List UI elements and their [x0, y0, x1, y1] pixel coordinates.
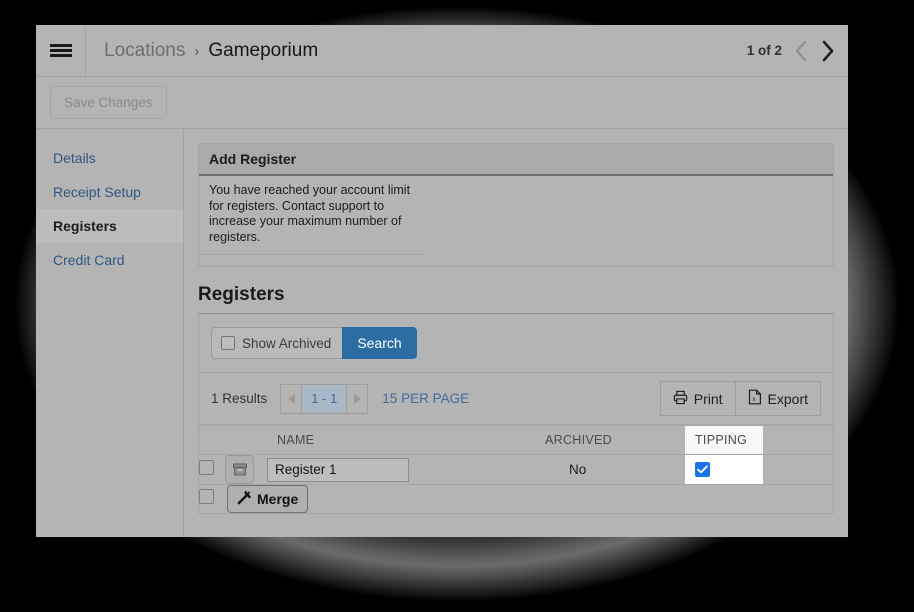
content: Add Register You have reached your accou…	[184, 129, 848, 537]
table-row: No	[198, 454, 834, 485]
show-archived-toggle[interactable]: Show Archived	[211, 327, 343, 359]
export-actions: Print x Export	[659, 381, 821, 416]
add-register-message: You have reached your account limit for …	[199, 176, 424, 255]
print-button[interactable]: Print	[659, 381, 736, 416]
show-archived-checkbox[interactable]	[221, 336, 235, 350]
archive-box-icon[interactable]	[225, 455, 254, 484]
excel-file-icon: x	[748, 389, 762, 408]
merge-label: Merge	[257, 491, 299, 507]
show-archived-label: Show Archived	[242, 335, 332, 351]
search-input-group: Show Archived Search	[211, 327, 821, 359]
merge-select-cell	[198, 484, 225, 514]
col-spacer	[763, 425, 834, 455]
titlebar: Locations › Gameporium 1 of 2	[36, 25, 848, 77]
breadcrumb-parent[interactable]: Locations	[104, 40, 185, 62]
breadcrumb: Locations › Gameporium	[86, 40, 318, 62]
chevron-right-icon: ›	[194, 42, 200, 60]
results-count: 1 Results	[211, 391, 268, 406]
pager-label: 1 of 2	[746, 43, 782, 58]
add-register-panel-footer	[199, 255, 833, 266]
col-name: NAME	[267, 425, 535, 455]
save-changes-button[interactable]: Save Changes	[50, 86, 167, 119]
row-archived-cell: No	[535, 454, 685, 485]
registers-table: NAME ARCHIVED TIPPING Register 1 No Merg…	[198, 425, 834, 514]
col-name-label: NAME	[277, 433, 315, 447]
merge-button[interactable]: Merge	[227, 485, 309, 513]
magic-wand-icon	[237, 490, 252, 508]
merge-action-cell: Merge	[225, 484, 834, 514]
col-archived-label: ARCHIVED	[545, 433, 612, 447]
results-toolbar: 1 Results 1 - 1 15 PER PAGE Print x Expo…	[198, 373, 834, 425]
page-title: Gameporium	[208, 39, 319, 61]
printer-icon	[673, 390, 688, 408]
row-action-cell	[225, 454, 267, 485]
print-label: Print	[693, 390, 723, 407]
triangle-right-icon	[353, 393, 361, 404]
sidebar: Details Receipt Setup Registers Credit C…	[36, 129, 184, 537]
registers-section-title: Registers	[198, 284, 285, 305]
col-archived: ARCHIVED	[535, 425, 685, 455]
body: Details Receipt Setup Registers Credit C…	[36, 129, 848, 537]
add-register-title: Add Register	[199, 144, 833, 176]
row-archived-value: No	[569, 461, 587, 477]
row-select-checkbox[interactable]	[199, 459, 214, 475]
per-page-selector[interactable]: 15 PER PAGE	[382, 391, 469, 406]
add-register-panel: Add Register You have reached your accou…	[198, 143, 834, 267]
col-tipping: TIPPING	[685, 425, 763, 455]
row-tipping-cell	[685, 454, 763, 485]
pagination: 1 - 1	[280, 383, 369, 414]
screen: Locations › Gameporium 1 of 2 Save Chang…	[0, 0, 914, 612]
app-window: Locations › Gameporium 1 of 2 Save Chang…	[36, 25, 848, 537]
record-pager: 1 of 2	[747, 25, 834, 76]
sidebar-item-receipt-setup[interactable]: Receipt Setup	[36, 175, 183, 209]
table-footer-row: Merge	[198, 484, 834, 514]
pagination-next[interactable]	[346, 383, 369, 414]
sidebar-item-registers[interactable]: Registers	[36, 209, 183, 243]
table-body: No	[198, 454, 834, 514]
search-button[interactable]: Search	[342, 327, 417, 359]
col-select	[198, 425, 225, 455]
row-select-cell	[198, 454, 225, 485]
pagination-page-1[interactable]: 1 - 1	[301, 383, 348, 414]
chevron-right-icon[interactable]	[821, 40, 834, 62]
tipping-checkbox[interactable]	[695, 461, 710, 477]
svg-text:x: x	[752, 396, 756, 403]
pagination-prev[interactable]	[280, 383, 303, 414]
table-head: NAME ARCHIVED TIPPING	[198, 425, 834, 455]
chevron-left-icon[interactable]	[795, 40, 808, 62]
col-tipping-label: TIPPING	[695, 433, 748, 447]
hamburger-icon[interactable]	[36, 25, 86, 76]
sidebar-item-credit-card[interactable]: Credit Card	[36, 243, 183, 277]
register-name-input[interactable]	[267, 457, 409, 482]
search-bar: Show Archived Search	[198, 314, 834, 373]
action-toolbar: Save Changes	[36, 77, 848, 129]
export-button[interactable]: x Export	[734, 381, 821, 416]
table-header-row: NAME ARCHIVED TIPPING	[198, 425, 834, 455]
merge-select-checkbox[interactable]	[199, 489, 214, 504]
sidebar-item-details[interactable]: Details	[36, 141, 183, 175]
export-label: Export	[767, 390, 808, 407]
row-name-cell	[267, 454, 535, 485]
col-actions	[225, 425, 267, 455]
row-spacer-cell	[763, 454, 834, 485]
triangle-left-icon	[287, 393, 295, 404]
